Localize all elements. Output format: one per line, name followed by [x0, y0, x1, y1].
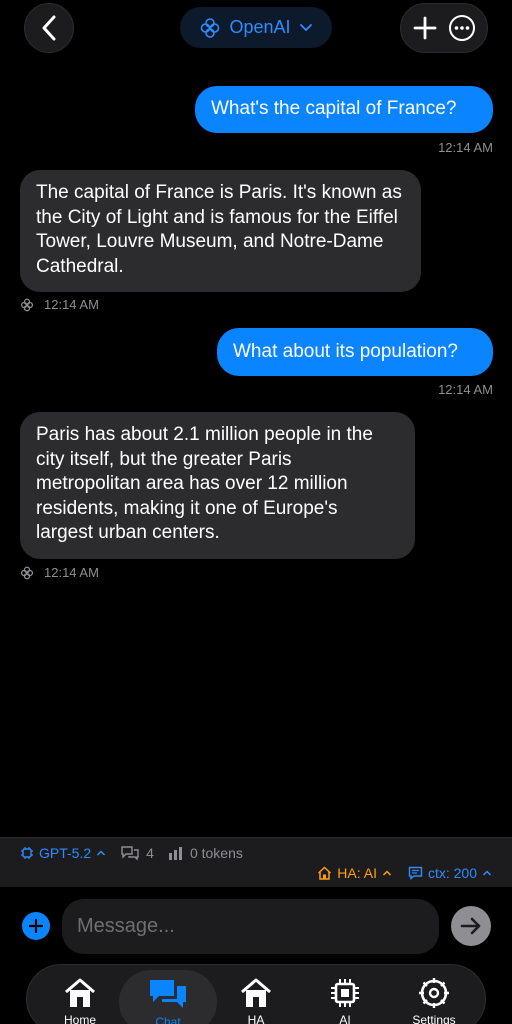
home-assistant-icon	[241, 978, 271, 1007]
chevron-down-icon	[299, 23, 312, 31]
chevron-left-icon	[42, 15, 56, 41]
context-label: ctx: 200	[427, 865, 477, 881]
tab-label: Chat	[155, 1015, 181, 1024]
token-count-value: 0 tokens	[189, 845, 243, 861]
home-icon	[318, 866, 332, 880]
user-message[interactable]: What about its population?	[217, 328, 493, 376]
tab-ha[interactable]: HA	[211, 965, 301, 1024]
tab-chat[interactable]: Chat	[119, 970, 217, 1024]
message-timestamp: 12:14 AM	[438, 382, 493, 397]
plus-icon	[29, 919, 43, 933]
assistant-meta: 12:14 AM	[20, 297, 99, 312]
message-count-value: 4	[146, 845, 154, 861]
message-timestamp: 12:14 AM	[44, 565, 99, 580]
status-row: GPT-5.2 4 0 tokens	[20, 845, 243, 861]
house-icon	[65, 978, 95, 1007]
message-count: 4	[120, 845, 154, 861]
openai-logo-icon	[20, 566, 34, 579]
bar-chart-icon	[168, 846, 182, 860]
provider-label: OpenAI	[229, 17, 291, 37]
header: OpenAI	[0, 0, 512, 60]
tab-bar: Home Chat HA AI Settings	[26, 964, 486, 1024]
chat-bubbles-icon	[150, 980, 186, 1008]
gear-icon	[419, 978, 449, 1008]
tab-ai[interactable]: AI	[300, 965, 390, 1024]
openai-logo-icon	[201, 17, 220, 38]
message-timestamp: 12:14 AM	[438, 140, 493, 155]
assistant-meta: 12:14 AM	[20, 565, 99, 580]
chip-icon	[21, 847, 33, 859]
assistant-message[interactable]: The capital of France is Paris. It's kno…	[20, 170, 421, 292]
chevron-up-icon	[482, 870, 492, 876]
message-timestamp: 12:14 AM	[44, 297, 99, 312]
provider-selector[interactable]: OpenAI	[180, 7, 332, 48]
tab-label: Home	[63, 1013, 96, 1024]
user-message[interactable]: What's the capital of France?	[195, 86, 493, 133]
assistant-message[interactable]: Paris has about 2.1 million people in th…	[20, 412, 415, 559]
model-label: GPT-5.2	[39, 845, 92, 861]
send-button[interactable]	[451, 906, 491, 946]
ha-mode-selector[interactable]: HA: AI	[317, 865, 392, 881]
openai-logo-icon	[20, 298, 34, 311]
add-attachment-button[interactable]	[22, 912, 50, 940]
token-count: 0 tokens	[168, 845, 243, 861]
chevron-up-icon	[97, 850, 106, 856]
more-circle-icon[interactable]	[448, 14, 476, 42]
arrow-right-icon	[460, 917, 481, 935]
status-row-secondary: HA: AI ctx: 200	[317, 865, 492, 881]
ha-mode-label: HA: AI	[337, 865, 377, 881]
chat-bubbles-icon	[121, 846, 139, 861]
model-selector[interactable]: GPT-5.2	[20, 845, 106, 861]
tab-home[interactable]: Home	[35, 965, 125, 1024]
tab-label: Settings	[412, 1013, 456, 1024]
chip-icon	[331, 979, 359, 1007]
back-button[interactable]	[24, 3, 74, 53]
chat-status-bar: GPT-5.2 4 0 tokens HA: AI ctx: 200	[0, 837, 512, 887]
tab-label: HA	[247, 1013, 265, 1024]
message-text-icon	[408, 866, 423, 880]
tab-label: AI	[339, 1013, 351, 1024]
chevron-up-icon	[382, 870, 391, 876]
message-input[interactable]	[62, 899, 439, 954]
header-actions	[400, 3, 488, 53]
context-selector[interactable]: ctx: 200	[408, 865, 492, 881]
plus-icon[interactable]	[412, 15, 438, 41]
tab-settings[interactable]: Settings	[389, 965, 479, 1024]
